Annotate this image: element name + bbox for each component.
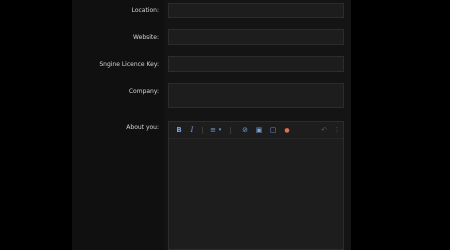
- link-icon[interactable]: ⊘: [241, 126, 249, 135]
- licence-key-label: Sngine Licence Key:: [99, 61, 159, 68]
- toolbar-divider: [230, 127, 231, 134]
- about-you-label: About you:: [126, 124, 159, 131]
- media-icon[interactable]: ▢: [269, 126, 277, 135]
- location-label: Location:: [131, 7, 159, 14]
- emoji-icon[interactable]: ●: [283, 126, 291, 135]
- bold-icon[interactable]: B: [175, 126, 183, 135]
- toolbar-divider: [202, 127, 203, 134]
- location-input[interactable]: [168, 3, 344, 18]
- website-label: Website:: [133, 34, 159, 41]
- company-label: Company:: [128, 88, 159, 95]
- website-input[interactable]: [168, 29, 344, 45]
- licence-key-input[interactable]: [168, 56, 344, 72]
- chevron-down-icon[interactable]: ▾: [217, 126, 223, 135]
- italic-icon[interactable]: I: [188, 126, 196, 135]
- list-icon[interactable]: ≡: [209, 126, 217, 135]
- about-you-editor[interactable]: B I ≡ ▾ ⊘ ▣ ▢ ● ↶ ⋮: [168, 121, 344, 250]
- image-icon[interactable]: ▣: [255, 126, 263, 135]
- editor-toolbar: B I ≡ ▾ ⊘ ▣ ▢ ● ↶ ⋮: [169, 122, 343, 139]
- more-icon[interactable]: ⋮: [334, 126, 341, 135]
- undo-icon[interactable]: ↶: [320, 126, 328, 135]
- company-input[interactable]: [168, 83, 344, 108]
